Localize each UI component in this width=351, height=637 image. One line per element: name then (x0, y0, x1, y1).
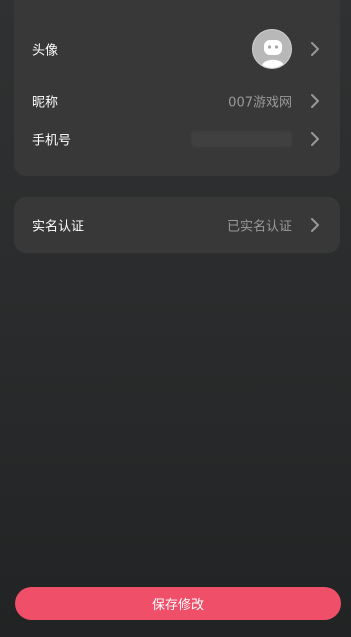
chevron-right-icon (311, 94, 319, 108)
chevron-right-icon (311, 42, 319, 56)
profile-card: 头像 昵称 007游戏网 手机号 (14, 0, 340, 176)
avatar[interactable] (252, 29, 292, 69)
avatar-row[interactable]: 头像 (14, 29, 340, 69)
chevron-right-icon (311, 218, 319, 232)
chevron-right-icon (311, 132, 319, 146)
phone-row[interactable]: 手机号 (14, 119, 340, 159)
verification-status: 已实名认证 (226, 219, 292, 235)
nickname-value: 007游戏网 (228, 95, 292, 111)
nickname-label: 昵称 (32, 95, 59, 111)
avatar-robot-icon (253, 30, 291, 68)
avatar-label: 头像 (32, 43, 59, 59)
verification-row[interactable]: 实名认证 已实名认证 (14, 205, 340, 245)
verification-card: 实名认证 已实名认证 (14, 197, 340, 253)
phone-value-masked (191, 131, 292, 147)
phone-label: 手机号 (32, 133, 72, 149)
save-button[interactable]: 保存修改 (15, 587, 341, 620)
nickname-row[interactable]: 昵称 007游戏网 (14, 81, 340, 121)
verification-label: 实名认证 (32, 219, 85, 235)
